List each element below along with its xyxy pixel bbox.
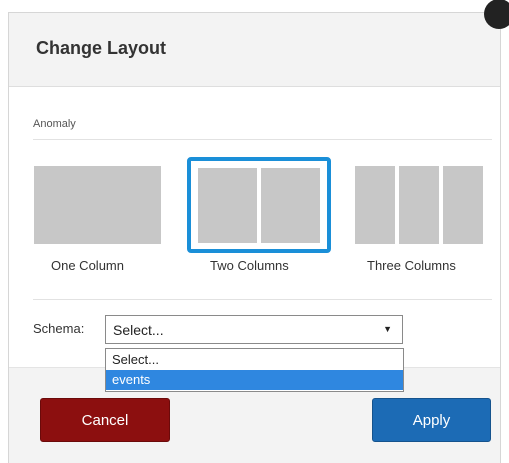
three-columns-preview-icon	[355, 166, 483, 244]
divider	[33, 299, 492, 300]
layout-option-label: Two Columns	[210, 258, 289, 273]
schema-label: Schema:	[33, 321, 85, 336]
close-icon[interactable]	[484, 0, 509, 29]
column-block	[443, 166, 483, 244]
dialog-header: Change Layout	[9, 13, 500, 87]
dialog-title: Change Layout	[36, 38, 167, 58]
layout-option-two-columns[interactable]: Two Columns	[187, 157, 337, 287]
dropdown-option-events[interactable]: events	[106, 370, 403, 390]
change-layout-dialog: Change Layout Anomaly One Column Two Col…	[8, 0, 509, 463]
layout-option-one-column[interactable]: One Column	[34, 157, 174, 287]
column-block	[34, 166, 161, 244]
layout-option-three-columns[interactable]: Three Columns	[355, 157, 495, 287]
column-block	[261, 168, 320, 243]
divider	[33, 139, 492, 140]
apply-button[interactable]: Apply	[372, 398, 491, 442]
one-column-preview-icon	[34, 166, 161, 244]
column-block	[399, 166, 439, 244]
two-columns-preview-icon	[187, 157, 331, 253]
schema-select-value: Select...	[113, 322, 164, 338]
chevron-down-icon: ▼	[383, 324, 392, 334]
column-block	[198, 168, 257, 243]
schema-select[interactable]: Select... ▼	[105, 315, 403, 344]
cancel-button[interactable]: Cancel	[40, 398, 170, 442]
schema-dropdown-list: Select... events	[105, 348, 404, 392]
column-block	[355, 166, 395, 244]
section-label: Anomaly	[33, 118, 76, 130]
dropdown-option-select[interactable]: Select...	[106, 350, 403, 370]
layout-option-label: Three Columns	[367, 258, 456, 273]
layout-option-label: One Column	[51, 258, 124, 273]
